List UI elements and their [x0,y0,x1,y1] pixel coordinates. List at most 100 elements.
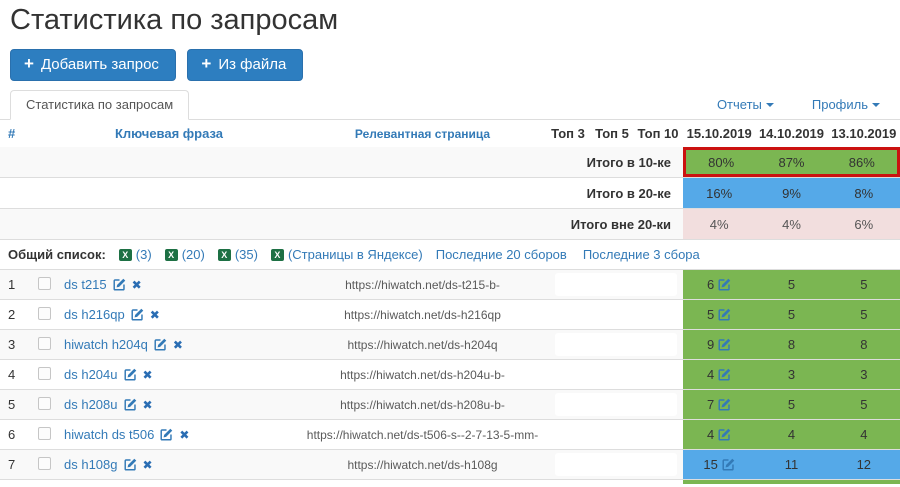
position-value: 3 [860,367,868,382]
summary-values-out20: 4% 4% 6% [683,209,900,239]
column-header-date[interactable]: 13.10.2019 [828,120,900,147]
row-checkbox[interactable] [38,336,51,350]
column-header-num[interactable]: # [0,126,38,141]
position-value: 4 [707,427,715,442]
row-checkbox[interactable] [38,366,51,380]
plus-icon: + [24,54,34,73]
edit-icon[interactable] [113,278,126,291]
partial-next-row [0,480,900,484]
row-checkbox[interactable] [38,426,51,440]
position-input[interactable] [555,453,677,476]
position-value: 5 [787,307,796,322]
positions-block: 15 11 12 [683,450,900,479]
position-input[interactable] [555,363,677,386]
keyword-link[interactable]: ds h108g [64,457,118,472]
keyword-link[interactable]: ds t215 [64,277,107,292]
relevant-url: https://hiwatch.net/ds-h204u-b- [340,367,505,382]
positions-block: 9 8 8 [683,330,900,359]
position-value: 8 [860,337,868,352]
edit-icon[interactable] [160,428,173,441]
summary-value: 6% [854,216,874,232]
summary-values-top20: 16% 9% 8% [683,178,900,208]
summary-value: 80% [708,154,735,170]
edit-icon[interactable] [718,428,731,441]
delete-icon[interactable]: ✖ [143,369,153,381]
table-row: 7 ds h108g ✖ https://hiwatch.net/ds-h108… [0,450,900,480]
column-header-phrase[interactable]: Ключевая фраза [38,126,300,141]
row-checkbox[interactable] [38,276,51,290]
position-input[interactable] [555,303,677,326]
positions-block: 6 5 5 [683,270,900,299]
edit-icon[interactable] [131,308,144,321]
column-header-date[interactable]: 14.10.2019 [755,120,827,147]
edit-icon[interactable] [718,368,731,381]
edit-icon[interactable] [718,398,731,411]
row-checkbox[interactable] [38,396,51,410]
row-number: 2 [8,307,16,322]
column-header-top5[interactable]: Топ 5 [591,126,633,141]
table-row: 4 ds h204u ✖ https://hiwatch.net/ds-h204… [0,360,900,390]
reports-menu[interactable]: Отчеты [717,97,774,119]
excel-export-link[interactable]: X (Страницы в Яндексе) [270,247,423,262]
relevant-url: https://hiwatch.net/ds-h208u-b- [340,397,505,412]
add-query-button[interactable]: + Добавить запрос [10,49,176,81]
edit-icon[interactable] [123,368,137,381]
column-header-date[interactable]: 15.10.2019 [683,120,755,147]
position-value: 5 [860,397,868,412]
position-value: 12 [856,457,872,472]
column-header-page[interactable]: Релевантная страница [300,127,545,141]
delete-icon[interactable]: ✖ [150,309,160,321]
export-bar-label: Общий список: [8,247,106,262]
keyword-link[interactable]: ds h216qp [64,307,125,322]
excel-export-link[interactable]: X (3) [118,247,152,262]
edit-icon[interactable] [722,458,735,471]
relevant-url: https://hiwatch.net/ds-h216qp [344,307,501,322]
keyword-link[interactable]: hiwatch h204q [64,337,148,352]
statistics-table: # Ключевая фраза Релевантная страница То… [0,120,900,484]
edit-icon[interactable] [123,398,137,411]
position-input[interactable] [555,333,677,356]
positions-block: 4 3 3 [683,360,900,389]
positions-block: 5 5 5 [683,300,900,329]
position-input[interactable] [555,423,677,446]
page-title: Статистика по запросам [10,4,339,36]
position-value: 15 [703,457,718,472]
row-number: 7 [8,457,16,472]
keyword-link[interactable]: hiwatch ds t506 [64,427,154,442]
row-checkbox[interactable] [38,306,51,320]
excel-icon: X [118,248,132,261]
edit-icon[interactable] [718,278,731,291]
tab-bar: Статистика по запросам Отчеты Профиль [0,90,900,120]
column-header-top10[interactable]: Топ 10 [633,126,683,141]
delete-icon[interactable]: ✖ [179,429,189,441]
position-input[interactable] [555,393,677,416]
column-header-top3[interactable]: Топ 3 [545,126,591,141]
delete-icon[interactable]: ✖ [143,399,153,411]
collection-link[interactable]: Последние 3 сбора [583,247,700,262]
profile-menu[interactable]: Профиль [812,97,880,119]
tab-statistics[interactable]: Статистика по запросам [10,90,190,120]
edit-icon[interactable] [718,308,731,321]
position-value: 9 [707,337,715,352]
excel-export-link[interactable]: X (35) [217,247,258,262]
from-file-button[interactable]: + Из файла [187,49,304,81]
excel-icon: X [217,248,231,261]
plus-icon: + [201,54,212,73]
keyword-link[interactable]: ds h204u [64,367,118,382]
row-checkbox[interactable] [38,456,51,470]
collection-link[interactable]: Последние 20 сборов [436,247,567,262]
excel-export-link[interactable]: X (20) [164,247,205,262]
table-row: 1 ds t215 ✖ https://hiwatch.net/ds-t215-… [0,270,900,300]
excel-icon: X [164,248,178,261]
edit-icon[interactable] [154,338,167,351]
edit-icon[interactable] [123,458,137,471]
summary-value: 4% [782,216,801,232]
position-value: 4 [787,427,796,442]
delete-icon[interactable]: ✖ [143,459,153,471]
collection-links-group: Последние 20 сборов Последние 3 сбора [436,247,700,262]
delete-icon[interactable]: ✖ [173,339,183,351]
keyword-link[interactable]: ds h208u [64,397,118,412]
position-input[interactable] [555,273,677,296]
edit-icon[interactable] [718,338,731,351]
delete-icon[interactable]: ✖ [132,279,142,291]
